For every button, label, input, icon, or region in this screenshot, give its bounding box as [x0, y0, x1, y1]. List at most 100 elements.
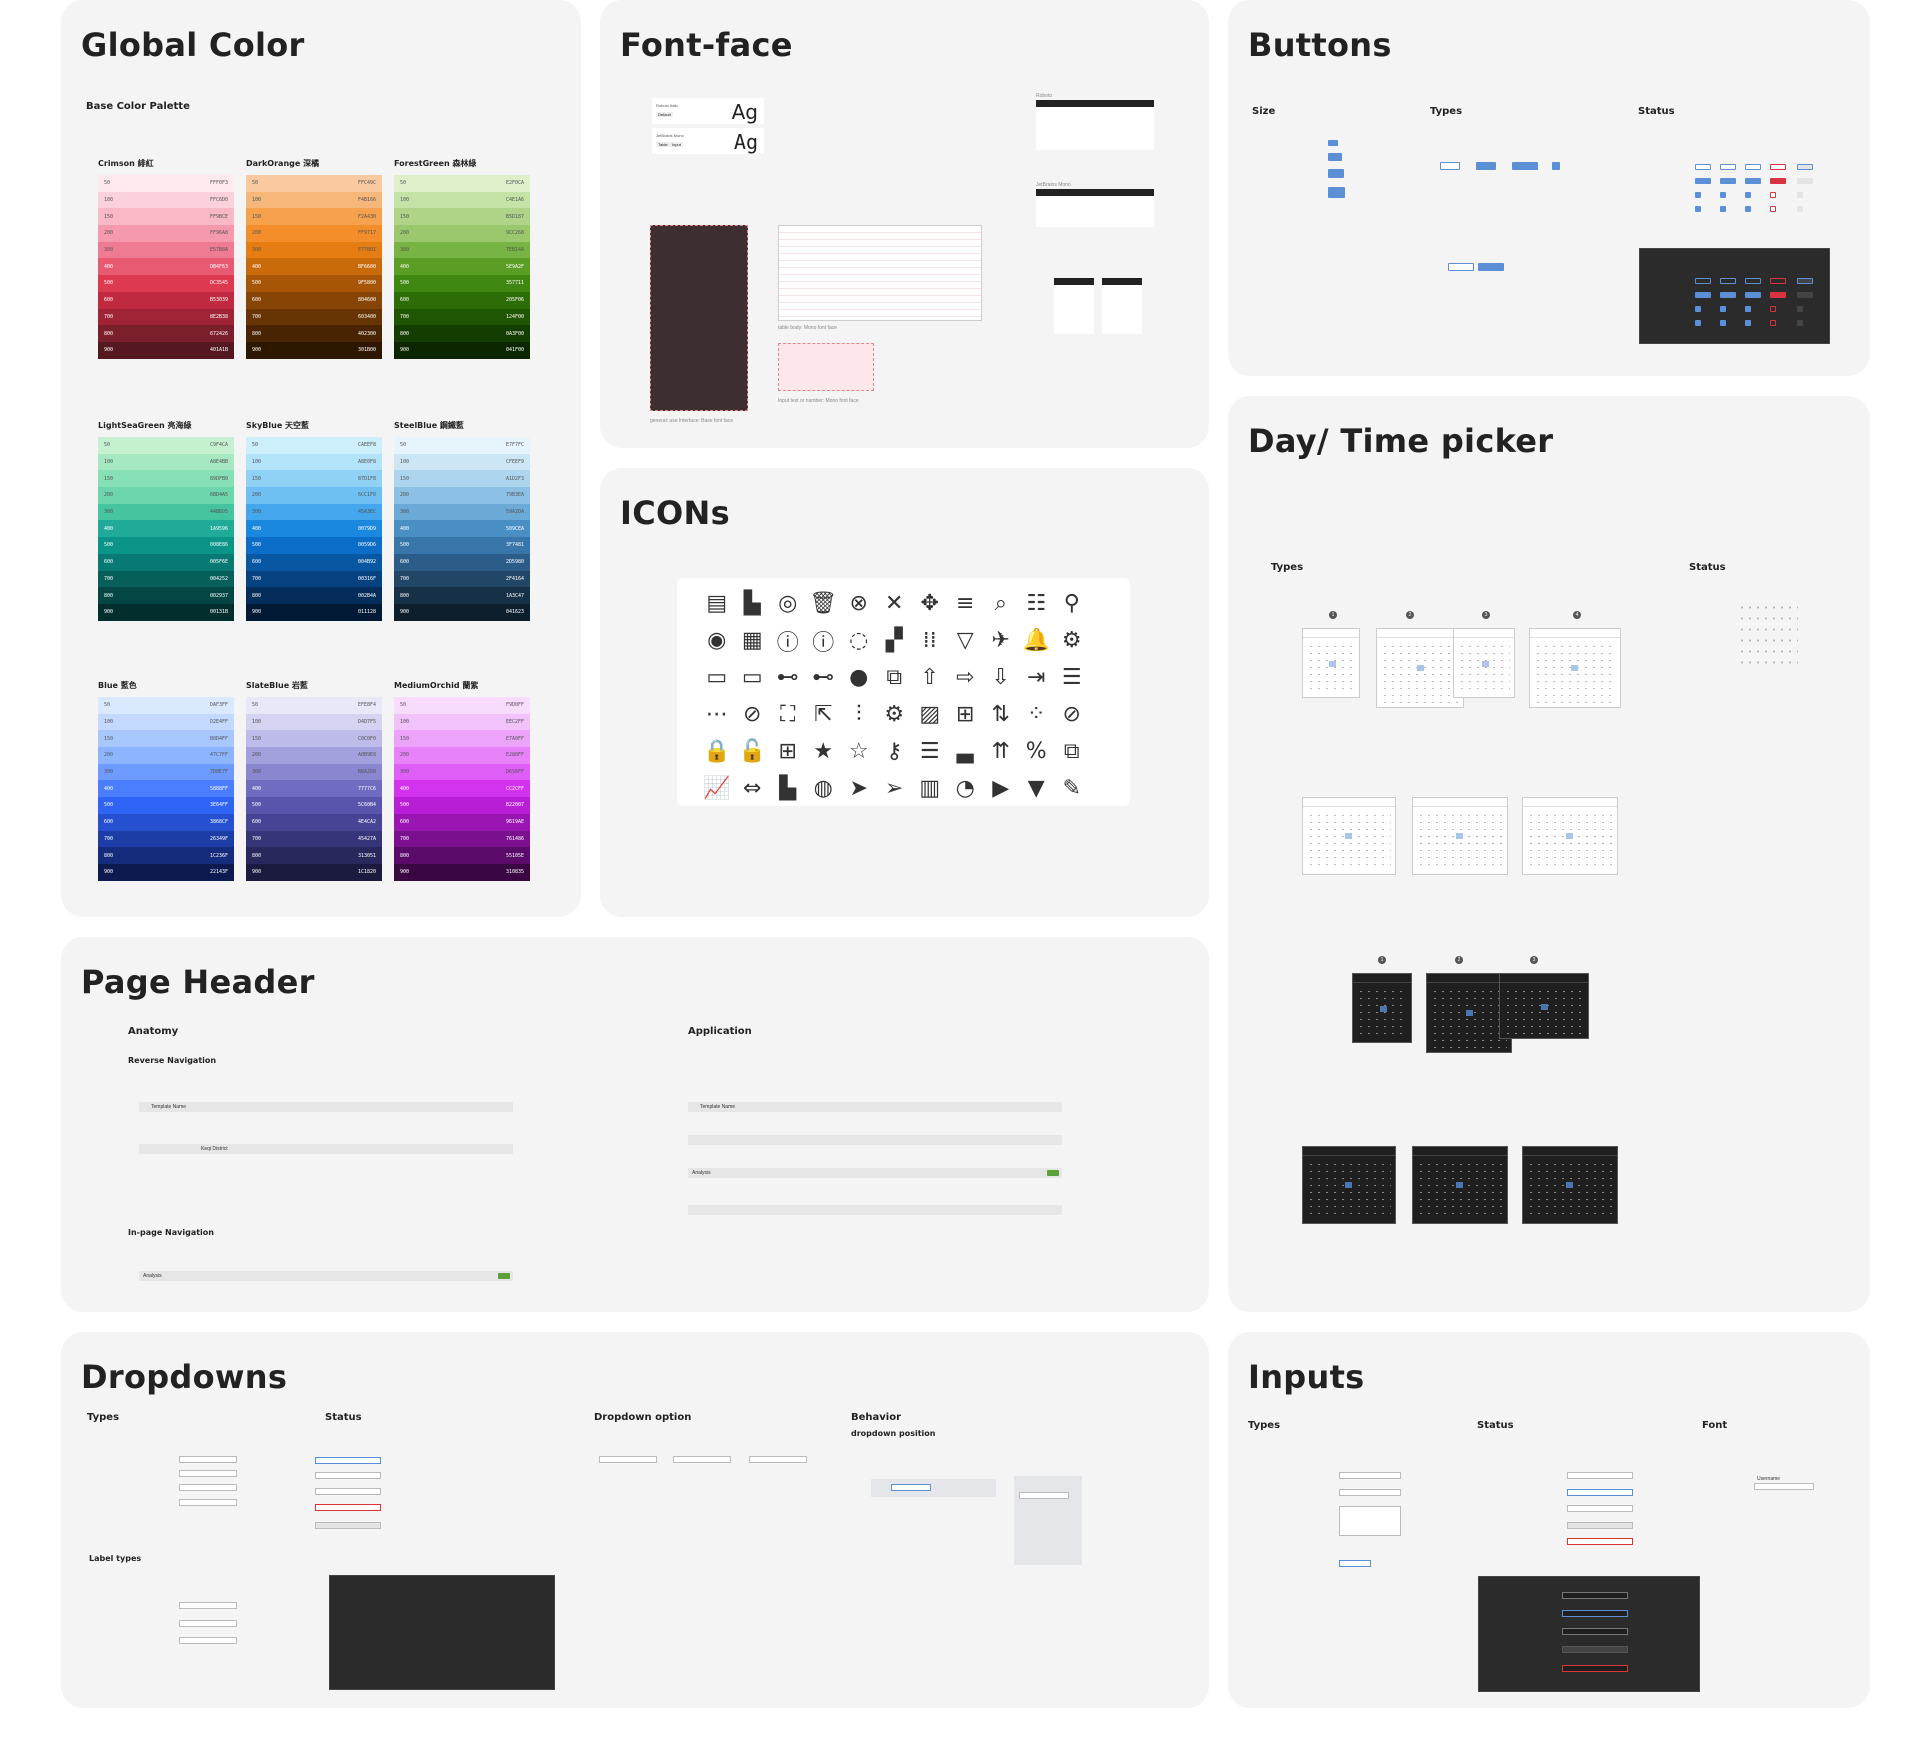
button-small[interactable] [1328, 153, 1342, 161]
color-swatch[interactable]: 900 00131B [98, 603, 234, 621]
color-swatch[interactable]: 900 041623 [394, 603, 530, 621]
calendar-picker[interactable] [1522, 1146, 1618, 1224]
status-button[interactable] [1770, 306, 1776, 312]
dropdown-select[interactable] [315, 1488, 381, 1495]
color-swatch[interactable]: 800 002937 [98, 587, 234, 604]
input-type-search[interactable] [1339, 1489, 1401, 1496]
color-swatch[interactable]: 150 E7A0FF [394, 730, 530, 748]
calendar-picker[interactable] [1529, 628, 1621, 708]
color-swatch[interactable]: 600 005F6E [98, 553, 234, 571]
color-swatch[interactable]: 500 9F5800 [246, 275, 382, 292]
color-swatch[interactable]: 200 A0B9E8 [246, 747, 382, 764]
color-swatch[interactable]: 300 7EB14A [394, 241, 530, 259]
color-swatch[interactable]: 800 002B4A [246, 587, 382, 604]
color-swatch[interactable]: 600 3868CF [98, 813, 234, 831]
calendar-picker[interactable] [1522, 797, 1618, 875]
button-loading[interactable] [1478, 263, 1504, 271]
color-swatch[interactable]: 50 E2F0CA [394, 175, 530, 192]
button-creating[interactable] [1448, 263, 1474, 271]
dropdown-select[interactable] [179, 1484, 237, 1491]
status-button[interactable] [1720, 178, 1736, 184]
color-swatch[interactable]: 200 E280FF [394, 747, 530, 764]
button-mini[interactable] [1328, 140, 1338, 146]
calendar-picker[interactable] [1412, 1146, 1508, 1224]
color-swatch[interactable]: 100 D2E4FF [98, 713, 234, 731]
color-swatch[interactable]: 400 7777C6 [246, 780, 382, 798]
color-swatch[interactable]: 150 A1D2F3 [394, 470, 530, 488]
dropdown-select[interactable] [179, 1602, 237, 1609]
status-button[interactable] [1720, 320, 1726, 326]
color-swatch[interactable]: 300 7D8E7F [98, 763, 234, 781]
color-swatch[interactable]: 700 2F4164 [394, 570, 530, 588]
status-button[interactable] [1770, 320, 1776, 326]
status-button[interactable] [1770, 278, 1786, 284]
color-swatch[interactable]: 700 45427A [246, 830, 382, 848]
status-button[interactable] [1695, 278, 1711, 284]
status-button[interactable] [1797, 292, 1813, 298]
color-swatch[interactable]: 700 603400 [246, 308, 382, 326]
color-swatch[interactable]: 100 D4D7F5 [246, 713, 382, 731]
status-button[interactable] [1745, 306, 1751, 312]
status-button[interactable] [1745, 178, 1761, 184]
dropdown-select[interactable] [315, 1504, 381, 1511]
dropdown-select[interactable] [599, 1456, 657, 1463]
status-button[interactable] [1797, 178, 1813, 184]
color-swatch[interactable]: 50 F9D0FF [394, 697, 530, 714]
dropdown-select[interactable] [179, 1456, 237, 1463]
dropdown-select[interactable] [179, 1637, 237, 1644]
color-swatch[interactable]: 500 3F7481 [394, 537, 530, 554]
color-swatch[interactable]: 800 313051 [246, 847, 382, 864]
input-status-focus[interactable] [1567, 1489, 1633, 1496]
input-status-help[interactable] [1567, 1505, 1633, 1512]
status-button[interactable] [1695, 320, 1701, 326]
status-button[interactable] [1695, 206, 1701, 212]
color-swatch[interactable]: 500 B22007 [394, 797, 530, 814]
input-type-badge[interactable] [1339, 1560, 1371, 1567]
status-button[interactable] [1720, 164, 1736, 170]
color-swatch[interactable]: 100 EEC2FF [394, 713, 530, 731]
calendar-picker[interactable] [1412, 797, 1508, 875]
color-swatch[interactable]: 50 EFE8F4 [246, 697, 382, 714]
color-swatch[interactable]: 200 47C7FF [98, 747, 234, 764]
dropdown-select[interactable] [891, 1484, 931, 1491]
color-swatch[interactable]: 300 E77801 [246, 241, 382, 259]
input-status-hover[interactable] [1567, 1472, 1633, 1479]
status-button[interactable] [1720, 306, 1726, 312]
color-swatch[interactable]: 600 205F06 [394, 291, 530, 309]
button-type-icon[interactable] [1512, 162, 1538, 170]
color-swatch[interactable]: 900 041F00 [394, 341, 530, 359]
dropdown-select[interactable] [315, 1472, 381, 1479]
input-font-sample[interactable] [1754, 1483, 1814, 1490]
dark-input-focus[interactable] [1562, 1610, 1628, 1617]
button-large[interactable] [1328, 187, 1345, 198]
color-swatch[interactable]: 150 87D1F8 [246, 470, 382, 488]
color-swatch[interactable]: 100 CFEEF9 [394, 453, 530, 471]
input-type-text[interactable] [1339, 1472, 1401, 1479]
color-swatch[interactable]: 500 0059D6 [246, 537, 382, 554]
save-button[interactable] [1047, 1170, 1059, 1176]
color-swatch[interactable]: 800 55105E [394, 847, 530, 864]
color-swatch[interactable]: 900 22143F [98, 863, 234, 881]
status-button[interactable] [1745, 192, 1751, 198]
color-swatch[interactable]: 200 FF96A8 [98, 225, 234, 242]
color-swatch[interactable]: 200 FF9717 [246, 225, 382, 242]
color-swatch[interactable]: 500 3E64FF [98, 797, 234, 814]
status-button[interactable] [1797, 320, 1803, 326]
status-button[interactable] [1695, 192, 1701, 198]
status-button[interactable] [1770, 192, 1776, 198]
input-type-textarea[interactable] [1339, 1506, 1401, 1536]
status-button[interactable] [1797, 192, 1803, 198]
dropdown-select[interactable] [1019, 1492, 1069, 1499]
color-swatch[interactable]: 200 6BD4A5 [98, 487, 234, 504]
color-swatch[interactable]: 100 C4E1A6 [394, 191, 530, 209]
color-swatch[interactable]: 400 5E9A2F [394, 258, 530, 276]
color-swatch[interactable]: 50 DAF3FF [98, 697, 234, 714]
color-swatch[interactable]: 50 CAEEF8 [246, 437, 382, 454]
calendar-picker[interactable] [1376, 628, 1464, 708]
color-swatch[interactable]: 900 011128 [246, 603, 382, 621]
calendar-picker[interactable] [1302, 797, 1396, 875]
color-swatch[interactable]: 50 FFF0F3 [98, 175, 234, 192]
color-swatch[interactable]: 400 1A9596 [98, 520, 234, 538]
color-swatch[interactable]: 150 FF9BCE [98, 208, 234, 226]
color-swatch[interactable]: 100 A8E4BB [98, 453, 234, 471]
